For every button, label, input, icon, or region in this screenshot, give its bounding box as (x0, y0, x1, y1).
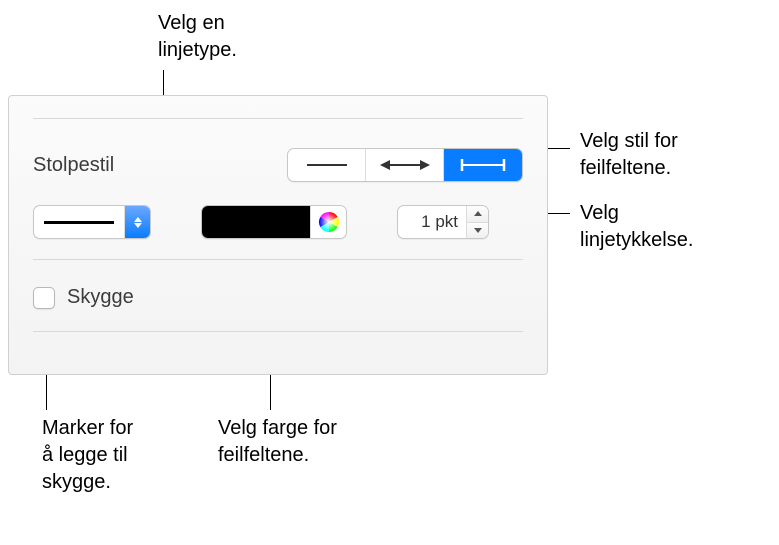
divider (33, 259, 523, 260)
callout-bar-style: Velg stil for feilfeltene. (580, 128, 750, 182)
line-type-dropdown[interactable] (33, 205, 151, 239)
section-label-bar-style: Stolpestil (33, 154, 114, 177)
divider (33, 118, 523, 119)
shadow-checkbox[interactable] (33, 287, 55, 309)
callout-line-type: Velg en linjetype. (158, 10, 278, 64)
callout-color: Velg farge for feilfeltene. (218, 415, 388, 469)
color-well[interactable] (202, 206, 310, 238)
color-picker-group (201, 205, 347, 239)
line-thickness-value[interactable]: 1 pkt (398, 212, 466, 232)
line-thickness-stepper: 1 pkt (397, 205, 489, 239)
error-bar-style-cap[interactable] (444, 149, 522, 181)
callout-shadow: Marker for å legge til skygge. (42, 415, 182, 496)
dropdown-arrows-icon (124, 206, 150, 238)
color-wheel-button[interactable] (310, 206, 346, 238)
divider (33, 331, 523, 332)
error-bar-style-line[interactable] (288, 149, 366, 181)
stepper-up[interactable] (467, 206, 488, 223)
error-bar-style-arrow[interactable] (366, 149, 444, 181)
shadow-label: Skygge (67, 286, 134, 309)
callout-thickness: Velg linjetykkelse. (580, 200, 760, 254)
stepper-down[interactable] (467, 223, 488, 239)
settings-panel: Stolpestil (8, 95, 548, 375)
error-bar-style-segmented[interactable] (287, 148, 523, 182)
line-type-preview (34, 221, 124, 224)
